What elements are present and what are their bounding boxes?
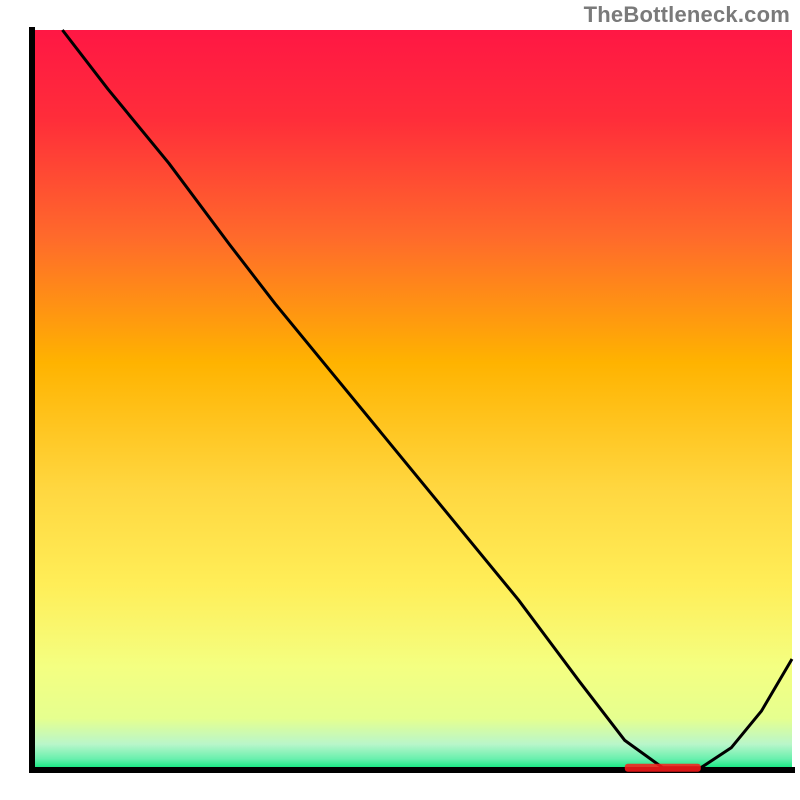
chart-svg — [0, 0, 800, 800]
plot-background — [32, 30, 792, 770]
chart-stage: TheBottleneck.com — [0, 0, 800, 800]
valley-marker — [625, 764, 701, 772]
